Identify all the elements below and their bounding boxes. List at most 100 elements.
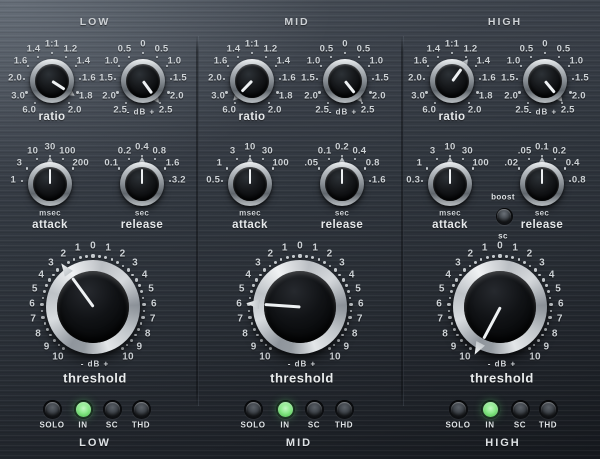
knob-tick-label: 0.8 xyxy=(366,158,380,169)
threshold-tick-label: 4 xyxy=(445,269,451,280)
ratio-label: ratio xyxy=(39,111,66,123)
knob-tick-label: 1.6 xyxy=(166,158,180,169)
threshold-tick-label: 5 xyxy=(148,283,154,294)
low-attack-knob[interactable] xyxy=(28,162,72,206)
threshold-tick-label: 6 xyxy=(236,298,242,309)
led-dome xyxy=(278,402,293,417)
release-unit-label: sec xyxy=(135,209,149,218)
low-in-button[interactable] xyxy=(74,400,93,419)
sc-label: sc xyxy=(498,232,508,241)
multiband-compressor-panel: LOW6.03.02.01.61.41:11.21.41.61.82.02.52… xyxy=(0,0,600,459)
low-release-knob[interactable] xyxy=(120,162,164,206)
high-in-button[interactable] xyxy=(481,400,500,419)
mid-sc-button[interactable] xyxy=(305,400,324,419)
knob-tick-label: 1.0 xyxy=(569,56,583,67)
low-ratio-knob[interactable] xyxy=(30,59,74,103)
tick-dot xyxy=(23,78,25,80)
mid-solo-button[interactable] xyxy=(244,400,263,419)
high-boost-sc-button[interactable] xyxy=(496,208,513,225)
knob-tick-label: 2.0 xyxy=(68,105,82,116)
tick-dot xyxy=(530,56,532,58)
release-unit-label: sec xyxy=(335,209,349,218)
tick-dot xyxy=(98,255,100,257)
knob-tick-label: 2.0 xyxy=(468,105,482,116)
high-thd-button[interactable] xyxy=(539,400,558,419)
led-dome xyxy=(483,402,498,417)
threshold-tick-label: 1 xyxy=(105,242,111,253)
threshold-tick-label: 7 xyxy=(30,314,36,325)
tick-dot xyxy=(91,254,94,257)
knob-tick-label: 10 xyxy=(245,142,256,153)
tick-dot xyxy=(548,316,551,319)
tick-dot xyxy=(128,158,130,160)
knob-pointer-arrow-shape xyxy=(470,341,485,357)
tick-dot xyxy=(492,255,494,257)
high-sc-button[interactable] xyxy=(511,400,530,419)
tick-dot xyxy=(265,56,267,58)
knob-tick-label: 1.6 xyxy=(282,73,296,84)
tick-dot xyxy=(349,297,351,299)
knob-tick-label: 2.0 xyxy=(8,73,22,84)
knob-tick-label: 0.5 xyxy=(155,43,169,54)
attack-label: attack xyxy=(32,219,68,231)
mid-release-knob[interactable] xyxy=(320,162,364,206)
low-gain-knob[interactable] xyxy=(121,59,165,103)
knob-tick-label: 10 xyxy=(27,146,38,157)
high-solo-button[interactable] xyxy=(449,400,468,419)
tick-dot xyxy=(248,310,250,312)
knob-tick-label: 0.2 xyxy=(118,146,132,157)
mid-thd-button[interactable] xyxy=(335,400,354,419)
threshold-label: threshold xyxy=(470,371,534,386)
threshold-tick-label: 7 xyxy=(357,314,363,325)
knob-tick-label: 100 xyxy=(472,158,488,169)
low-thd-button[interactable] xyxy=(132,400,151,419)
low-threshold-knob[interactable] xyxy=(46,260,140,354)
led-dome xyxy=(105,402,120,417)
mid-in-button[interactable] xyxy=(276,400,295,419)
led-dome xyxy=(307,402,322,417)
knob-tick-label: 0.5 xyxy=(557,43,571,54)
tick-dot xyxy=(154,158,156,160)
knob-tick-label: 0.2 xyxy=(335,142,349,153)
tick-dot xyxy=(447,303,450,306)
high-ratio-knob[interactable] xyxy=(430,59,474,103)
high-gain-knob[interactable] xyxy=(523,59,567,103)
tick-dot xyxy=(528,158,530,160)
knob-tick-label: 0.1 xyxy=(535,142,549,153)
threshold-tick-label: 2 xyxy=(327,248,333,259)
mid-attack-knob[interactable] xyxy=(228,162,272,206)
threshold-tick-label: 1 xyxy=(512,242,518,253)
tick-dot xyxy=(142,297,144,299)
knob-tick-label: 2.5 xyxy=(361,105,375,116)
tick-dot xyxy=(448,316,451,319)
threshold-tick-label: 5 xyxy=(555,283,561,294)
knob-tick-label: 3.0 xyxy=(411,91,425,102)
knob-pointer xyxy=(541,169,544,184)
knob-tick-label: 1 xyxy=(217,158,222,169)
threshold-tick-label: 8 xyxy=(145,328,151,339)
tick-dot xyxy=(221,180,223,182)
high-release-knob[interactable] xyxy=(520,162,564,206)
knob-tick-label: 30 xyxy=(45,142,56,153)
tick-dot xyxy=(225,91,227,93)
tick-dot xyxy=(142,303,145,306)
mid-gain-knob[interactable] xyxy=(323,59,367,103)
knob-tick-label: 1.8 xyxy=(479,91,493,102)
low-solo-button[interactable] xyxy=(43,400,62,419)
knob-tick-label: 1 xyxy=(417,158,422,169)
knob-tick-label: 30 xyxy=(262,146,273,157)
knob-tick-label: 0.5 xyxy=(357,43,371,54)
knob-tick-label: 2.0 xyxy=(102,91,116,102)
tick-dot xyxy=(141,316,144,319)
high-attack-knob[interactable] xyxy=(428,162,472,206)
knob-pointer xyxy=(141,169,144,184)
threshold-tick-label: 2 xyxy=(120,248,126,259)
knob-tick-label: 1.0 xyxy=(307,56,321,67)
threshold-tick-label: 7 xyxy=(557,314,563,325)
low-sc-button[interactable] xyxy=(103,400,122,419)
mid-ratio-knob[interactable] xyxy=(230,59,274,103)
led-dome xyxy=(451,402,466,417)
tick-dot xyxy=(316,78,318,80)
tick-dot xyxy=(237,56,239,58)
knob-tick-label: 2.5 xyxy=(159,105,173,116)
